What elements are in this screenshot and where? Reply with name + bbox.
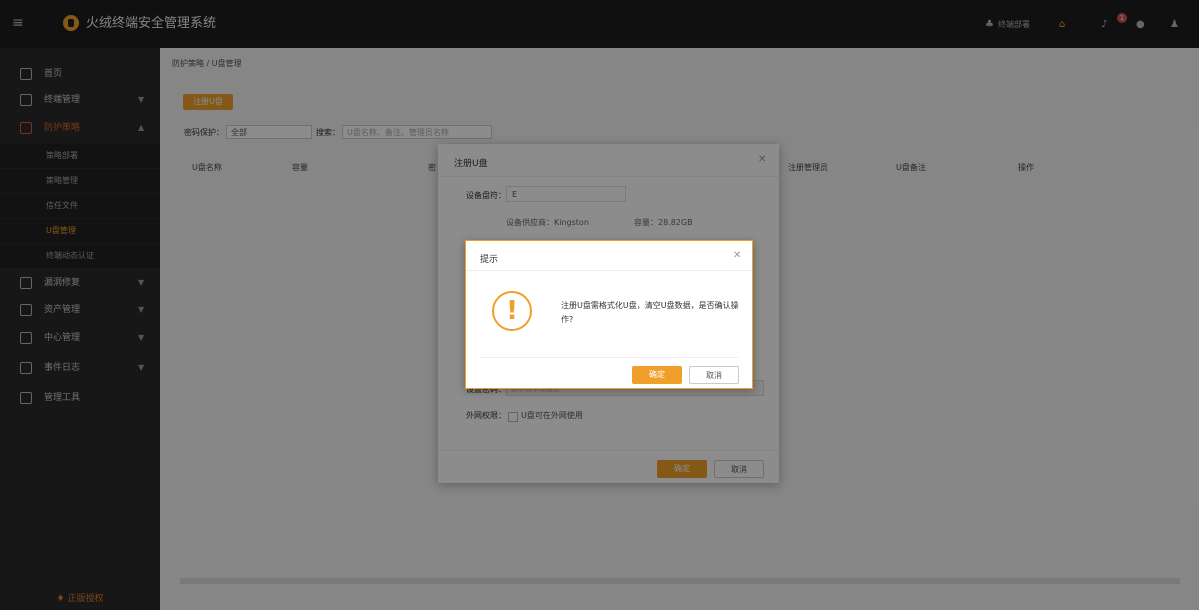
- alert-message: 注册U盘需格式化U盘，清空U盘数据，是否确认操作?: [561, 301, 739, 324]
- warning-icon: !: [492, 291, 532, 331]
- close-icon[interactable]: ✕: [733, 250, 741, 261]
- alert-title: 提示: [480, 255, 499, 265]
- cancel-button[interactable]: 取消: [689, 366, 739, 384]
- confirm-alert-dialog: 提示 ✕ ! 注册U盘需格式化U盘，清空U盘数据，是否确认操作? 确定 取消: [465, 240, 753, 389]
- divider: [466, 270, 752, 271]
- divider: [480, 357, 738, 358]
- confirm-button[interactable]: 确定: [632, 366, 682, 384]
